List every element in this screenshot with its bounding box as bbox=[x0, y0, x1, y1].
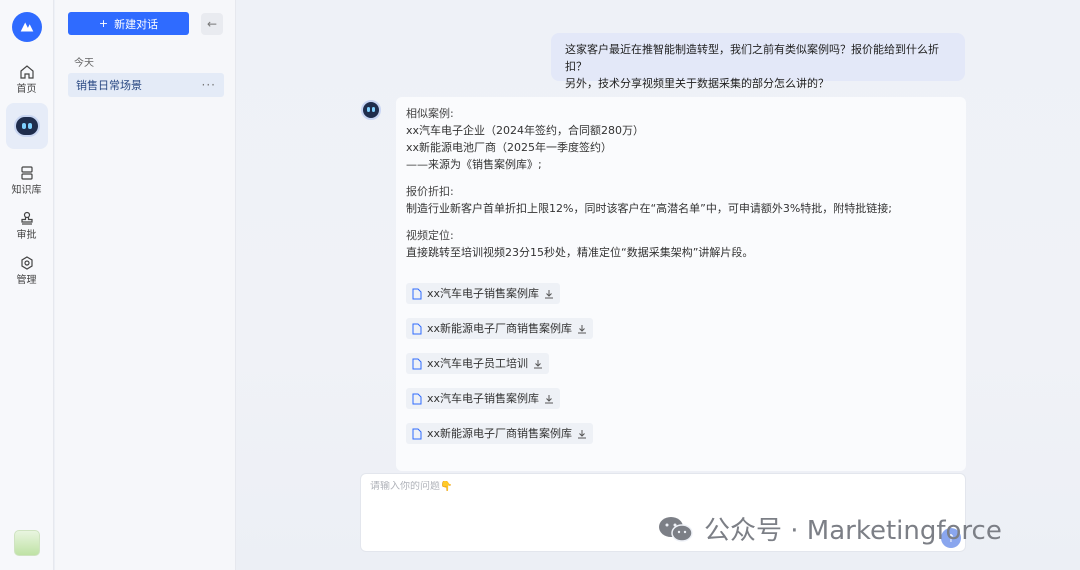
case-source: ——来源为《销售案例库》; bbox=[406, 158, 542, 171]
file-icon bbox=[412, 393, 422, 404]
conversation-title: 销售日常场景 bbox=[76, 79, 142, 92]
case-line: xx汽车电子企业（2024年签约，合同额280万） bbox=[406, 124, 645, 137]
download-icon[interactable] bbox=[577, 323, 587, 335]
file-icon bbox=[412, 323, 422, 334]
conversation-item[interactable]: 销售日常场景 ··· bbox=[68, 73, 224, 97]
collapse-sidebar-button[interactable]: ← bbox=[201, 13, 223, 35]
nav-item-label: 管理 bbox=[16, 275, 37, 286]
assistant-message: 相似案例: xx汽车电子企业（2024年签约，合同额280万） xx新能源电池厂… bbox=[396, 97, 966, 471]
video-text: 直接跳转至培训视频23分15秒处，精准定位“数据采集架构”讲解片段。 bbox=[406, 246, 754, 259]
user-message-line: 另外，技术分享视频里关于数据采集的部分怎么讲的？ bbox=[565, 77, 829, 90]
file-attachment[interactable]: xx汽车电子销售案例库 bbox=[406, 283, 561, 304]
robot-icon bbox=[13, 115, 40, 137]
watermark: 公众号 · Marketingforce bbox=[656, 510, 1002, 547]
database-icon bbox=[20, 166, 33, 180]
attachment-list: xx汽车电子销售案例库 xx新能源电子厂商销售案例库 xx汽车电子员工培训 xx… bbox=[406, 283, 956, 444]
file-name: xx汽车电子销售案例库 bbox=[427, 392, 540, 405]
file-attachment[interactable]: xx汽车电子员工培训 bbox=[406, 353, 550, 374]
plus-icon: + bbox=[98, 17, 109, 30]
user-message-line: 这家客户最近在推智能制造转型，我们之前有类似案例吗？报价能给到什么折扣？ bbox=[565, 43, 939, 73]
nav-item-label: 审批 bbox=[16, 230, 37, 241]
nav-item-approval[interactable]: 审批 bbox=[17, 210, 37, 241]
new-chat-button[interactable]: + 新建对话 bbox=[68, 12, 189, 35]
home-icon bbox=[19, 65, 34, 79]
file-name: xx新能源电子厂商销售案例库 bbox=[427, 322, 573, 335]
nav-item-label: 知识库 bbox=[11, 185, 42, 196]
nav-item-label: 首页 bbox=[16, 84, 37, 95]
stamp-icon bbox=[20, 211, 33, 225]
discount-text: 制造行业新客户首单折扣上限12%，同时该客户在“高潜名单”中，可申请额外3%特批… bbox=[406, 202, 893, 215]
watermark-text: 公众号 · Marketingforce bbox=[704, 516, 1002, 546]
settings-icon bbox=[20, 256, 33, 270]
avatar[interactable] bbox=[14, 530, 40, 556]
nav-item-home[interactable]: 首页 bbox=[17, 64, 37, 95]
cases-heading: 相似案例: bbox=[406, 107, 454, 120]
file-name: xx新能源电子厂商销售案例库 bbox=[427, 427, 573, 440]
nav-item-manage[interactable]: 管理 bbox=[17, 255, 37, 286]
new-chat-label: 新建对话 bbox=[114, 17, 159, 31]
more-options-icon[interactable]: ··· bbox=[202, 78, 216, 92]
file-icon bbox=[412, 358, 422, 369]
nav-item-assistant[interactable] bbox=[5, 103, 48, 149]
arrow-left-icon: ← bbox=[206, 17, 218, 31]
app-logo[interactable] bbox=[11, 12, 42, 42]
file-icon bbox=[412, 428, 422, 439]
wechat-icon bbox=[659, 516, 693, 542]
file-attachment[interactable]: xx新能源电子厂商销售案例库 bbox=[406, 423, 594, 444]
case-line: xx新能源电池厂商（2025年一季度签约） bbox=[406, 141, 613, 154]
download-icon[interactable] bbox=[544, 288, 554, 300]
chat-input[interactable] bbox=[370, 481, 770, 492]
discount-heading: 报价折扣: bbox=[406, 185, 454, 198]
video-heading: 视频定位: bbox=[406, 229, 454, 242]
file-name: xx汽车电子员工培训 bbox=[427, 357, 529, 370]
nav-rail: 首页 知识库 审批 管理 bbox=[0, 0, 54, 570]
file-attachment[interactable]: xx汽车电子销售案例库 bbox=[406, 388, 561, 409]
download-icon[interactable] bbox=[533, 358, 543, 370]
assistant-avatar bbox=[361, 100, 381, 120]
download-icon[interactable] bbox=[577, 428, 587, 440]
nav-item-knowledge-base[interactable]: 知识库 bbox=[12, 165, 42, 196]
user-message: 这家客户最近在推智能制造转型，我们之前有类似案例吗？报价能给到什么折扣？ 另外，… bbox=[551, 33, 965, 90]
file-name: xx汽车电子销售案例库 bbox=[427, 287, 540, 300]
file-attachment[interactable]: xx新能源电子厂商销售案例库 bbox=[406, 318, 594, 339]
download-icon[interactable] bbox=[544, 393, 554, 405]
conversation-panel: + 新建对话 ← 今天 销售日常场景 ··· bbox=[55, 0, 236, 570]
file-icon bbox=[412, 288, 422, 299]
section-label-today: 今天 bbox=[74, 58, 94, 69]
